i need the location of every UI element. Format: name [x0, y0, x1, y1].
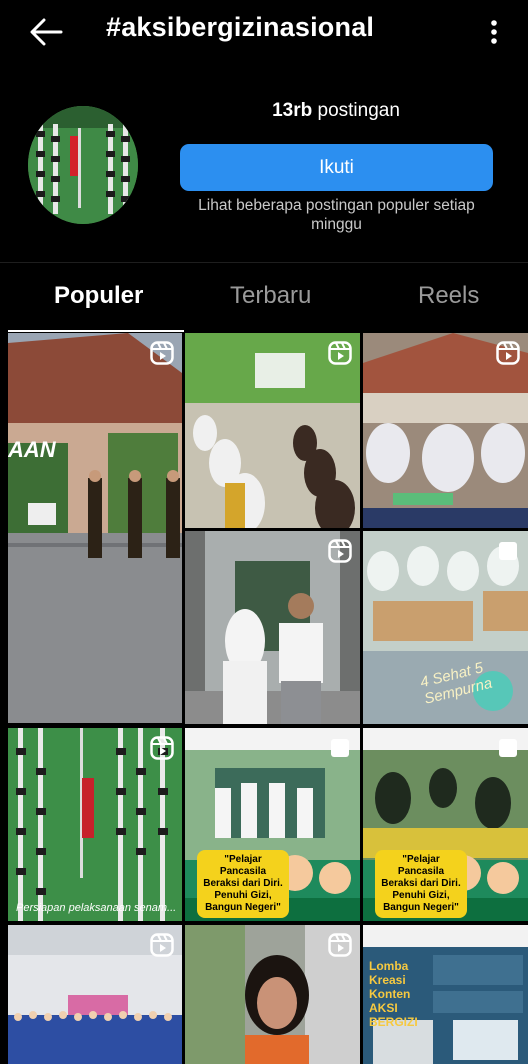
back-button[interactable] — [26, 14, 66, 50]
tab-bar: Populer Terbaru Reels — [0, 264, 528, 332]
top-bar: #aksibergizinasional — [0, 0, 528, 64]
post-count-number: 13rb — [272, 100, 313, 121]
tile-overlay-text: "Pelajar Pancasila Beraksi dari Diri. Pe… — [197, 850, 289, 918]
grid-tile[interactable]: 4 Sehat 5 Sempurna — [363, 531, 528, 724]
multi-post-icon — [499, 739, 517, 757]
active-tab-indicator — [8, 330, 184, 332]
more-vertical-icon — [491, 20, 497, 44]
reel-icon — [328, 933, 352, 957]
tile-overlay-text: "Pelajar Pancasila Beraksi dari Diri. Pe… — [375, 850, 467, 918]
reel-icon — [150, 933, 174, 957]
tab-reels[interactable]: Reels — [418, 282, 479, 310]
back-arrow-icon — [30, 18, 63, 46]
multi-post-icon — [499, 542, 517, 560]
grid-tile[interactable] — [185, 333, 360, 528]
hashtag-avatar — [28, 106, 138, 224]
grid-tile[interactable]: "Pelajar Pancasila Beraksi dari Diri. Pe… — [185, 728, 360, 921]
more-options-button[interactable] — [482, 14, 506, 50]
grid-tile[interactable] — [185, 531, 360, 724]
tab-populer[interactable]: Populer — [54, 282, 143, 310]
post-grid: AAN 4 Sehat 5 Sempurna Persiapan pelaksa… — [8, 333, 528, 1064]
tile-overlay-text: Lomba Kreasi Konten AKSI BERGIZI — [369, 959, 418, 1029]
grid-tile[interactable]: Lomba Kreasi Konten AKSI BERGIZI — [363, 925, 528, 1064]
follow-button[interactable]: Ikuti — [180, 144, 493, 191]
reel-icon — [328, 539, 352, 563]
popular-posts-hint: Lihat beberapa postingan populer setiap … — [198, 197, 475, 233]
multi-post-icon — [331, 739, 349, 757]
reel-icon — [150, 736, 174, 760]
reel-icon — [496, 341, 520, 365]
grid-tile[interactable] — [8, 925, 182, 1064]
reel-icon — [328, 341, 352, 365]
page-title: #aksibergizinasional — [106, 12, 375, 42]
reel-icon — [150, 341, 174, 365]
grid-tile[interactable] — [185, 925, 360, 1064]
grid-tile[interactable]: "Pelajar Pancasila Beraksi dari Diri. Pe… — [363, 728, 528, 921]
tile-overlay-text: AAN — [8, 437, 56, 462]
tab-terbaru[interactable]: Terbaru — [230, 282, 311, 310]
grid-tile[interactable]: AAN — [8, 333, 182, 723]
grid-tile[interactable]: Persiapan pelaksanaan senam... — [8, 728, 182, 921]
header-divider — [0, 262, 528, 263]
tile-overlay-text: Persiapan pelaksanaan senam... — [16, 902, 177, 914]
grid-tile[interactable] — [363, 333, 528, 528]
post-count: 13rb postingan — [180, 100, 492, 122]
post-count-label: postingan — [317, 100, 400, 121]
